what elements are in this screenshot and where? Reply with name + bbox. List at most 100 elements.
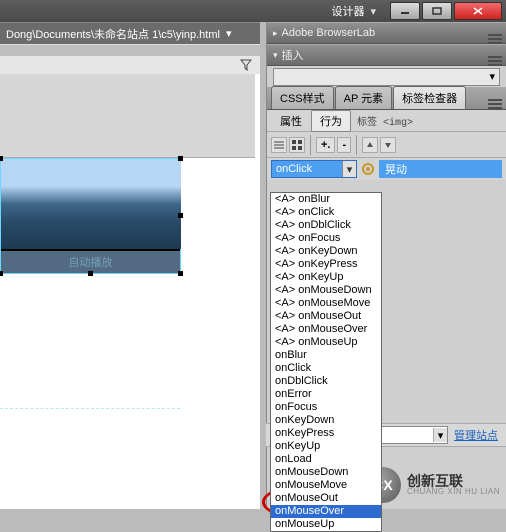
designer-dropdown-arrow[interactable]: ▾ bbox=[370, 5, 376, 18]
move-up-button[interactable] bbox=[362, 137, 378, 153]
insert-panel-header[interactable]: ▾ 插入 bbox=[267, 44, 506, 66]
selected-image-element[interactable]: 自动播放 bbox=[0, 158, 181, 274]
filter-icon[interactable] bbox=[240, 59, 252, 71]
logo-en: CHUANG XIN HU LIAN bbox=[407, 488, 500, 496]
event-option[interactable]: <A> onMouseDown bbox=[271, 284, 381, 297]
path-dropdown-arrow[interactable]: ▾ bbox=[226, 27, 232, 40]
panel-menu-icon[interactable] bbox=[488, 49, 502, 61]
behavior-toolbar: +. - bbox=[267, 132, 506, 158]
event-option[interactable]: onLoad bbox=[271, 453, 381, 466]
mountain-image bbox=[1, 159, 181, 249]
tag-inspector-tabs: CSS样式 AP 元素 标签检查器 bbox=[267, 88, 506, 110]
event-value: onClick bbox=[276, 163, 312, 175]
resize-handle-e[interactable] bbox=[178, 213, 183, 218]
chevron-down-icon: ▾ bbox=[433, 428, 447, 442]
event-option[interactable]: <A> onBlur bbox=[271, 193, 381, 206]
event-option[interactable]: onMouseMove bbox=[271, 479, 381, 492]
resize-handle-sw[interactable] bbox=[0, 271, 3, 276]
event-option[interactable]: onFocus bbox=[271, 401, 381, 414]
insert-panel-body: ▾ bbox=[267, 66, 506, 88]
resize-handle-s[interactable] bbox=[88, 271, 93, 276]
gear-icon[interactable] bbox=[361, 162, 375, 176]
remove-behavior-button[interactable]: - bbox=[337, 137, 351, 153]
maximize-button[interactable] bbox=[422, 2, 452, 20]
event-option[interactable]: <A> onMouseMove bbox=[271, 297, 381, 310]
behavior-row: onClick ▾ 晃动 bbox=[267, 158, 506, 180]
top-scroll-area bbox=[0, 74, 255, 158]
event-option[interactable]: onBlur bbox=[271, 349, 381, 362]
tab-ap-elements[interactable]: AP 元素 bbox=[335, 86, 393, 109]
chevron-down-icon: ▾ bbox=[489, 70, 495, 83]
panel-menu-icon[interactable] bbox=[488, 27, 502, 39]
resize-handle-nw[interactable] bbox=[0, 156, 3, 161]
event-option[interactable]: onMouseUp bbox=[271, 518, 381, 531]
minimize-button[interactable] bbox=[390, 2, 420, 20]
panel-menu-icon[interactable] bbox=[488, 92, 502, 109]
image-caption: 自动播放 bbox=[69, 254, 113, 270]
collapse-arrow-icon[interactable]: ▸ bbox=[273, 28, 278, 39]
event-option[interactable]: onError bbox=[271, 388, 381, 401]
document-area: 自动播放 bbox=[0, 74, 260, 509]
tab-tag-inspector[interactable]: 标签检查器 bbox=[393, 86, 466, 109]
logo-cn: 创新互联 bbox=[407, 474, 500, 488]
event-option[interactable]: onKeyUp bbox=[271, 440, 381, 453]
event-option[interactable]: <A> onClick bbox=[271, 206, 381, 219]
event-option[interactable]: <A> onKeyPress bbox=[271, 258, 381, 271]
close-button[interactable] bbox=[454, 2, 502, 20]
tag-label: 标签 <img> bbox=[357, 113, 413, 129]
event-combobox[interactable]: onClick ▾ bbox=[271, 160, 357, 178]
document-path: Dong\Documents\未命名站点 1\c5\yinp.html bbox=[6, 26, 220, 42]
event-option[interactable]: <A> onMouseOut bbox=[271, 310, 381, 323]
event-option[interactable]: <A> onKeyDown bbox=[271, 245, 381, 258]
subtab-behaviors[interactable]: 行为 bbox=[311, 110, 351, 132]
resize-handle-ne[interactable] bbox=[178, 156, 183, 161]
event-dropdown-list[interactable]: <A> onBlur<A> onClick<A> onDblClick<A> o… bbox=[270, 192, 382, 532]
maximize-icon bbox=[432, 7, 442, 15]
manage-site-link[interactable]: 管理站点 bbox=[454, 427, 498, 443]
add-behavior-button[interactable]: +. bbox=[316, 137, 335, 153]
watermark-logo: CX 创新互联 CHUANG XIN HU LIAN bbox=[365, 467, 500, 503]
window-titlebar: 设计器 ▾ bbox=[0, 0, 506, 22]
design-canvas[interactable]: 自动播放 bbox=[0, 158, 260, 509]
event-option[interactable]: <A> onDblClick bbox=[271, 219, 381, 232]
tab-css-styles[interactable]: CSS样式 bbox=[271, 86, 334, 109]
minimize-icon bbox=[400, 7, 410, 15]
effect-label: 晃动 bbox=[385, 161, 407, 177]
event-option[interactable]: onDblClick bbox=[271, 375, 381, 388]
tag-inspector-subtabs: 属性 行为 标签 <img> bbox=[267, 110, 506, 132]
event-option[interactable]: <A> onMouseOver bbox=[271, 323, 381, 336]
insert-category-dropdown[interactable]: ▾ bbox=[273, 68, 500, 86]
browserlab-title: Adobe BrowserLab bbox=[282, 27, 376, 39]
resize-handle-se[interactable] bbox=[178, 271, 183, 276]
close-icon bbox=[473, 7, 483, 15]
document-path-bar: Dong\Documents\未命名站点 1\c5\yinp.html ▾ bbox=[0, 22, 260, 44]
list-lines-icon bbox=[274, 140, 284, 150]
event-option[interactable]: onKeyPress bbox=[271, 427, 381, 440]
grid-icon bbox=[292, 140, 302, 150]
guide-line bbox=[0, 408, 180, 409]
logo-text: 创新互联 CHUANG XIN HU LIAN bbox=[407, 474, 500, 496]
chevron-down-icon[interactable]: ▾ bbox=[342, 161, 356, 177]
arrow-up-icon bbox=[365, 140, 375, 150]
event-option[interactable]: <A> onKeyUp bbox=[271, 271, 381, 284]
browserlab-panel-header[interactable]: ▸ Adobe BrowserLab bbox=[267, 22, 506, 44]
site-dropdown[interactable]: ▾ bbox=[376, 426, 448, 444]
list-view-icon[interactable] bbox=[271, 137, 287, 153]
event-option[interactable]: onMouseOut bbox=[271, 492, 381, 505]
event-option[interactable]: onKeyDown bbox=[271, 414, 381, 427]
detail-view-icon[interactable] bbox=[289, 137, 305, 153]
event-option[interactable]: onClick bbox=[271, 362, 381, 375]
designer-label[interactable]: 设计器 bbox=[331, 3, 364, 19]
filter-bar bbox=[0, 56, 260, 74]
collapse-arrow-icon[interactable]: ▾ bbox=[273, 50, 278, 61]
event-option[interactable]: <A> onFocus bbox=[271, 232, 381, 245]
separator bbox=[356, 135, 357, 155]
event-option[interactable]: <A> onMouseUp bbox=[271, 336, 381, 349]
move-down-button[interactable] bbox=[380, 137, 396, 153]
effect-name[interactable]: 晃动 bbox=[379, 160, 502, 178]
separator bbox=[310, 135, 311, 155]
subtab-attributes[interactable]: 属性 bbox=[271, 110, 311, 132]
image-caption-band: 自动播放 bbox=[1, 251, 180, 273]
event-option[interactable]: onMouseDown bbox=[271, 466, 381, 479]
event-option[interactable]: onMouseOver bbox=[271, 505, 381, 518]
